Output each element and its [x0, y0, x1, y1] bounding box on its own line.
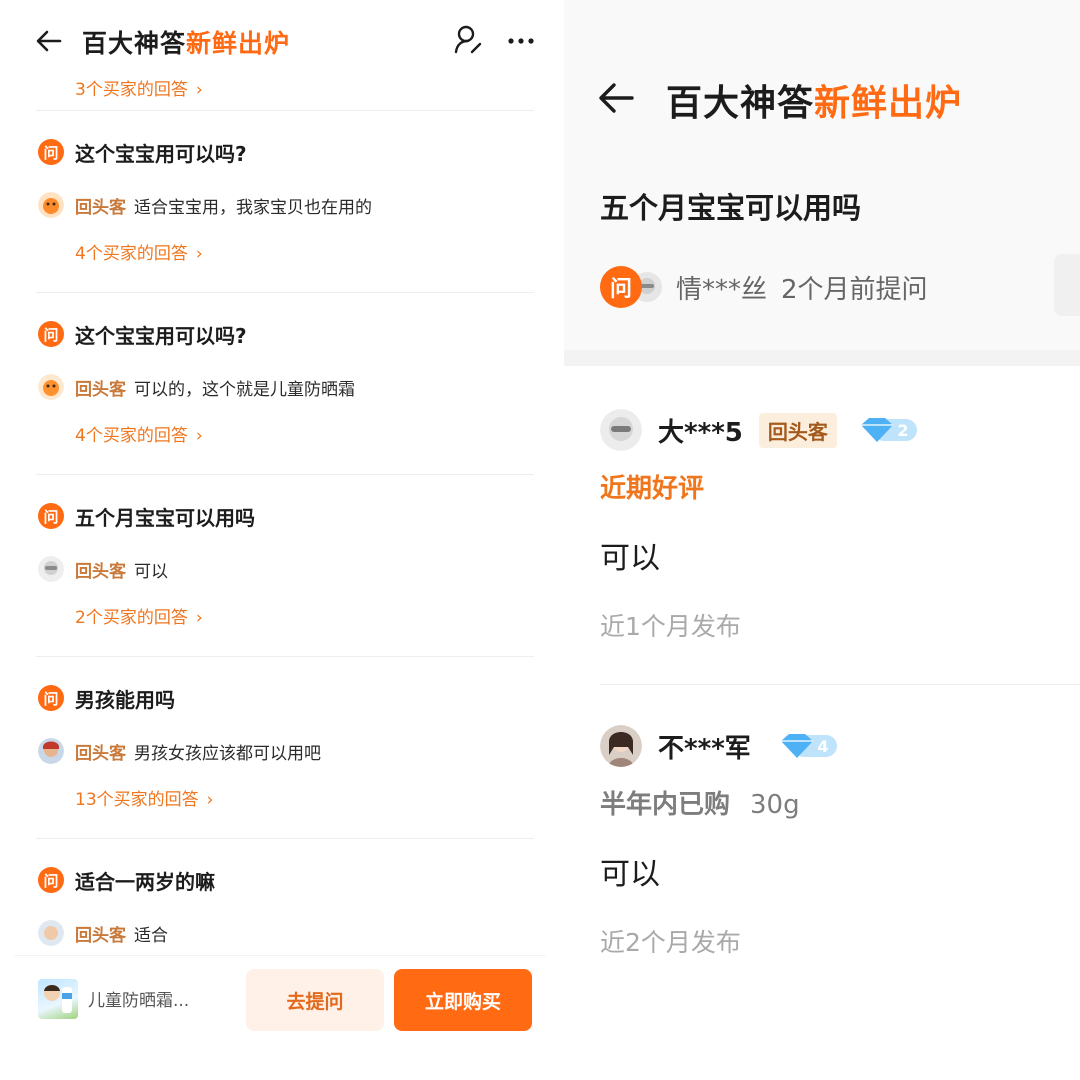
- back-arrow-icon[interactable]: [34, 26, 64, 56]
- answerer-name: 大***5: [658, 417, 743, 448]
- returning-customer-tag: 回头客: [75, 561, 126, 582]
- answer-text: 可以: [600, 857, 660, 892]
- question-row: 问 适合一两岁的嘛: [38, 866, 215, 894]
- answer-header: 不***军 4: [600, 724, 1080, 768]
- avatar[interactable]: [600, 725, 642, 767]
- user-edit-icon[interactable]: [452, 24, 484, 56]
- answers-count-link[interactable]: 3个买家的回答 ›: [0, 70, 560, 110]
- answer-header: 大***5 回头客 2: [600, 408, 1080, 452]
- answer-text: 可以: [600, 541, 660, 576]
- avatar: [38, 192, 64, 218]
- product-thumbnail[interactable]: [38, 979, 78, 1019]
- buy-now-button[interactable]: 立即购买: [394, 969, 532, 1031]
- question-title: 五个月宝宝可以用吗: [600, 191, 862, 225]
- answers-count-link[interactable]: 4个买家的回答 ›: [0, 234, 203, 274]
- answer-text: 适合宝宝用，我家宝贝也在用的: [134, 197, 372, 218]
- returning-customer-tag: 回头客: [75, 379, 126, 400]
- page-title: 百大神答新鲜出炉: [82, 24, 290, 60]
- returning-customer-tag: 回头客: [75, 925, 126, 946]
- returning-customer-tag: 回头客: [75, 197, 126, 218]
- title-orange-part: 新鲜出炉: [186, 29, 291, 58]
- answers-count-link[interactable]: 13个买家的回答 ›: [0, 780, 213, 820]
- left-screen: 百大神答新鲜出炉 3个买家的回答 › 问 这个宝宝用可以吗? 回头客 适合宝宝用，…: [0, 0, 560, 1080]
- recent-praise-label: 近期好评: [600, 474, 705, 504]
- answer-time: 近1个月发布: [600, 612, 741, 641]
- question-badge-icon: 问: [38, 867, 64, 893]
- answer-card: 不***军 4 半年内已购 30g 可以 近2个月发布: [600, 724, 1080, 959]
- avatar: [38, 556, 64, 582]
- chevron-right-icon: ›: [195, 608, 203, 628]
- answers-count-link[interactable]: 4个买家的回答 ›: [0, 416, 203, 456]
- question-header: 百大神答新鲜出炉 五个月宝宝可以用吗 问 情***丝 2个月前提问: [564, 0, 1080, 350]
- avatar: [38, 738, 64, 764]
- answer-row: 回头客 可以: [38, 555, 168, 583]
- chevron-right-icon: ›: [206, 790, 214, 810]
- chevron-right-icon: ›: [195, 80, 203, 100]
- question-text: 这个宝宝用可以吗?: [75, 323, 247, 348]
- answerer-name: 不***军: [658, 733, 751, 764]
- answer-text: 可以: [134, 561, 168, 582]
- title-orange-part: 新鲜出炉: [814, 83, 963, 124]
- side-tab[interactable]: [1054, 254, 1080, 316]
- qa-list: 3个买家的回答 › 问 这个宝宝用可以吗? 回头客 适合宝宝用，我家宝贝也在用的 …: [0, 70, 560, 1020]
- avatar: [38, 374, 64, 400]
- question-row: 问 这个宝宝用可以吗?: [38, 320, 247, 348]
- qa-item[interactable]: 问 男孩能用吗 回头客 男孩女孩应该都可以用吧 13个买家的回答 ›: [0, 657, 560, 838]
- question-badge-icon: 问: [38, 321, 64, 347]
- level-number: 4: [817, 737, 828, 756]
- divider: [600, 684, 1080, 685]
- diamond-level-icon: 4: [780, 734, 837, 758]
- question-row: 问 这个宝宝用可以吗?: [38, 138, 247, 166]
- asker-name: 情***丝: [676, 274, 768, 305]
- avatar: [38, 920, 64, 946]
- answer-row: 回头客 适合: [38, 919, 168, 947]
- question-text: 适合一两岁的嘛: [75, 869, 215, 894]
- avatar[interactable]: [600, 409, 642, 451]
- purchased-tag: 半年内已购: [600, 790, 731, 820]
- title-dark-part: 百大神答: [82, 29, 187, 58]
- product-image-icon: [44, 985, 72, 1013]
- asker-row: 问 情***丝 2个月前提问: [600, 265, 928, 309]
- question-row: 问 男孩能用吗: [38, 684, 175, 712]
- question-row: 问 五个月宝宝可以用吗: [38, 502, 255, 530]
- answer-row: 回头客 可以的，这个就是儿童防晒霜: [38, 373, 355, 401]
- purchased-spec: 30g: [750, 790, 800, 820]
- answer-row: 回头客 适合宝宝用，我家宝贝也在用的: [38, 191, 372, 219]
- answers-count-link[interactable]: 2个买家的回答 ›: [0, 598, 203, 638]
- qa-item[interactable]: 问 这个宝宝用可以吗? 回头客 可以的，这个就是儿童防晒霜 4个买家的回答 ›: [0, 293, 560, 474]
- bottom-action-bar: 儿童防晒霜... 去提问 立即购买: [14, 955, 546, 1045]
- answer-time: 近2个月发布: [600, 928, 741, 957]
- chevron-right-icon: ›: [195, 244, 203, 264]
- purchase-info: 半年内已购 30g: [600, 784, 1080, 821]
- answer-card: 大***5 回头客 2 近期好评 可以 近1个月发布: [600, 408, 1080, 643]
- question-text: 五个月宝宝可以用吗: [75, 505, 255, 530]
- product-name[interactable]: 儿童防晒霜...: [88, 986, 189, 1011]
- answer-text: 可以的，这个就是儿童防晒霜: [134, 379, 355, 400]
- ask-question-button[interactable]: 去提问: [246, 969, 384, 1031]
- qa-item[interactable]: 问 五个月宝宝可以用吗 回头客 可以 2个买家的回答 ›: [0, 475, 560, 656]
- question-badge-icon: 问: [38, 503, 64, 529]
- more-icon[interactable]: [506, 26, 536, 56]
- answer-text: 男孩女孩应该都可以用吧: [134, 743, 321, 764]
- left-header: 百大神答新鲜出炉: [0, 0, 560, 80]
- returning-customer-tag: 回头客: [75, 743, 126, 764]
- question-badge-icon: 问: [600, 266, 642, 308]
- diamond-level-icon: 2: [860, 418, 917, 442]
- level-number: 2: [897, 421, 908, 440]
- answer-row: 回头客 男孩女孩应该都可以用吧: [38, 737, 321, 765]
- section-gap: [564, 350, 1080, 366]
- question-badge-icon: 问: [38, 139, 64, 165]
- title-dark-part: 百大神答: [666, 83, 815, 124]
- page-title: 百大神答新鲜出炉: [666, 74, 962, 126]
- answer-text: 适合: [134, 925, 168, 946]
- chevron-right-icon: ›: [195, 426, 203, 446]
- returning-customer-tag: 回头客: [758, 412, 837, 448]
- asked-time: 2个月前提问: [781, 274, 928, 305]
- right-screen: 百大神答新鲜出炉 五个月宝宝可以用吗 问 情***丝 2个月前提问 大***5 …: [564, 0, 1080, 1080]
- question-badge-icon: 问: [38, 685, 64, 711]
- qa-item[interactable]: 问 这个宝宝用可以吗? 回头客 适合宝宝用，我家宝贝也在用的 4个买家的回答 ›: [0, 111, 560, 292]
- question-text: 男孩能用吗: [75, 687, 175, 712]
- question-text: 这个宝宝用可以吗?: [75, 141, 247, 166]
- back-arrow-icon[interactable]: [596, 80, 636, 116]
